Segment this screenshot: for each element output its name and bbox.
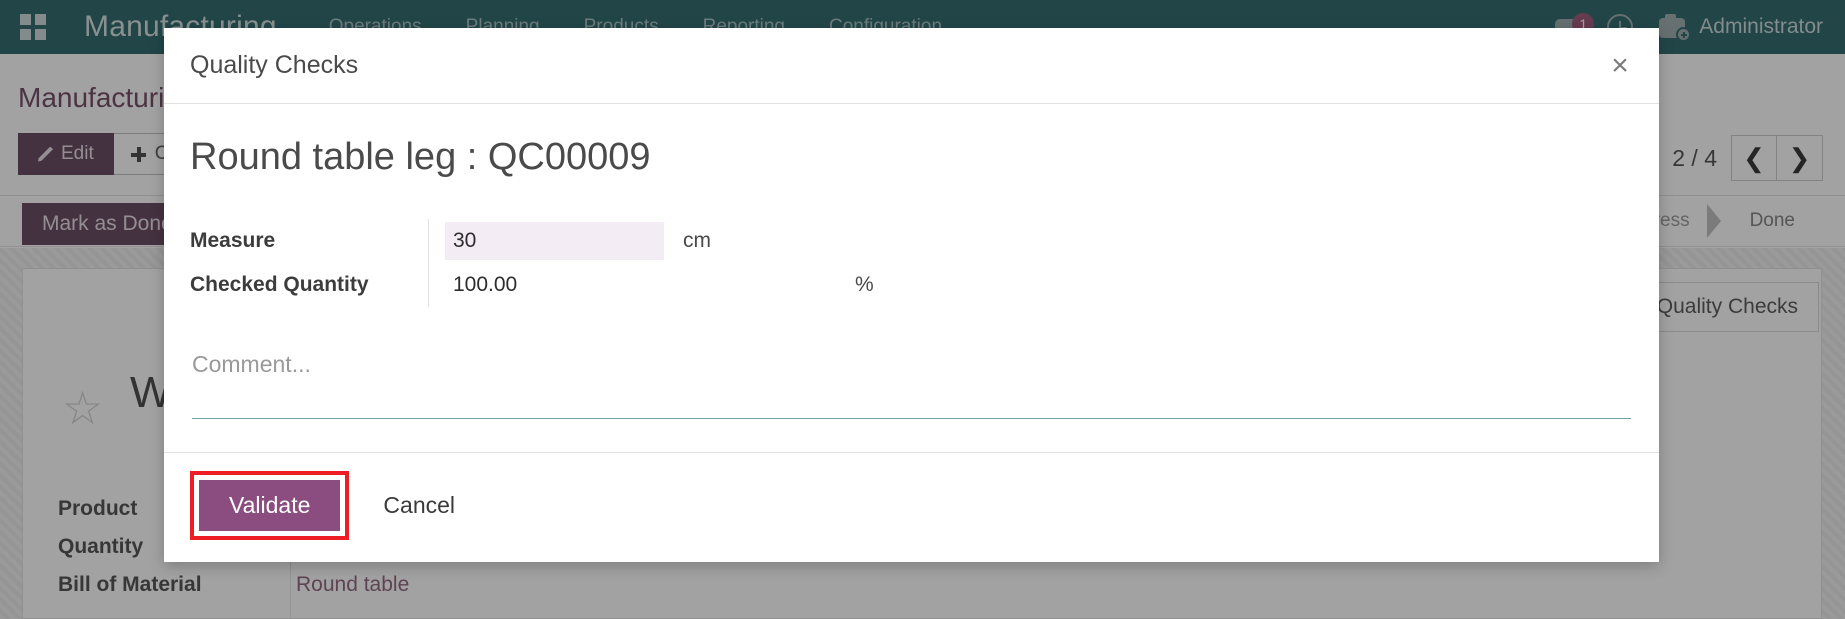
- quality-checks-dialog: Quality Checks × Round table leg : QC000…: [164, 28, 1659, 563]
- measure-value-cell: cm: [428, 219, 1633, 263]
- checked-quantity-value-cell: 100.00 %: [428, 263, 1633, 307]
- quality-check-heading: Round table leg : QC00009: [190, 136, 651, 178]
- cancel-button[interactable]: Cancel: [369, 479, 469, 532]
- close-x-icon[interactable]: ×: [1603, 49, 1637, 83]
- dialog-header: Quality Checks ×: [164, 28, 1659, 104]
- quality-check-form: Measure cm Checked Quantity 100.00 %: [190, 219, 1633, 307]
- dialog-body: Round table leg : QC00009 Measure cm Che…: [164, 104, 1659, 453]
- dialog-footer: Validate Cancel: [164, 453, 1659, 562]
- dialog-title: Quality Checks: [190, 51, 359, 79]
- measure-unit-label: cm: [683, 229, 711, 252]
- validate-button-highlight: Validate: [190, 471, 350, 541]
- checked-quantity-value: 100.00: [453, 273, 518, 296]
- checked-quantity-unit-label: %: [855, 273, 874, 296]
- measure-label: Measure: [190, 229, 276, 252]
- app-root: Manufacturing Operations Planning Produc…: [0, 0, 1845, 619]
- checked-quantity-label: Checked Quantity: [190, 273, 369, 296]
- measure-input[interactable]: [445, 222, 664, 260]
- comment-section: [190, 347, 1633, 424]
- comment-input[interactable]: [192, 347, 1631, 419]
- validate-button[interactable]: Validate: [199, 480, 341, 532]
